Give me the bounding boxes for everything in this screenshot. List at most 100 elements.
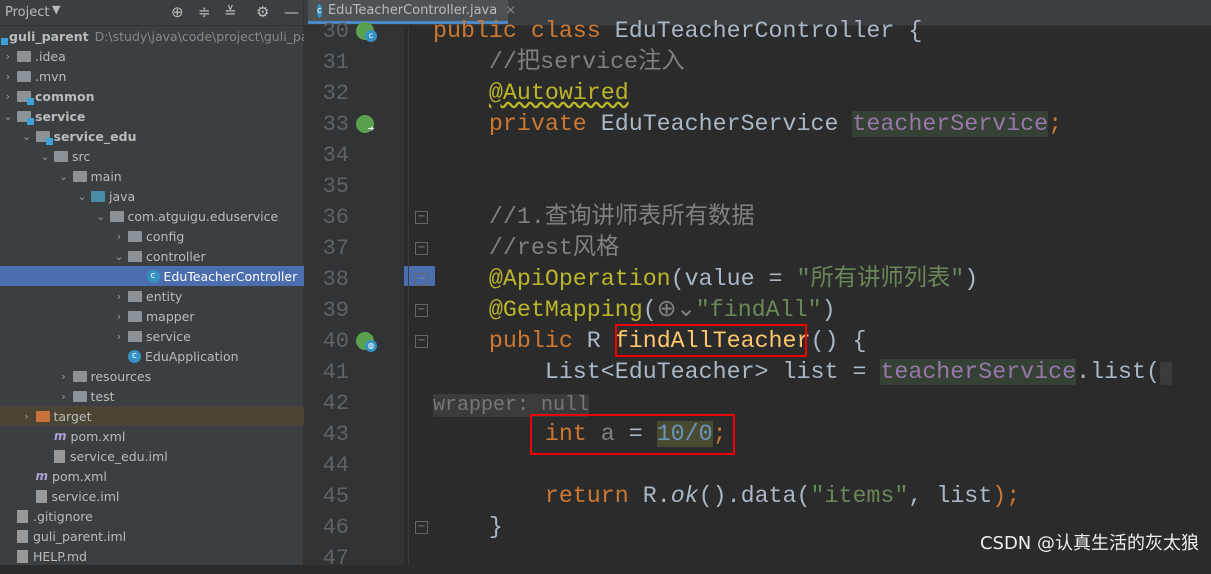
- chevron-down-icon[interactable]: ⌄: [39, 150, 51, 163]
- chevron-down-icon[interactable]: ⌄: [21, 130, 33, 143]
- folder-icon: [72, 170, 87, 182]
- code-token: public class: [433, 18, 615, 44]
- code-token: ): [964, 266, 979, 292]
- tree-item-label: controller: [146, 248, 206, 264]
- line-number: 42: [322, 391, 349, 416]
- tree-item-label: .mvn: [35, 68, 67, 84]
- module-folder-icon: [17, 90, 34, 105]
- chevron-down-icon[interactable]: ⌄: [58, 170, 70, 183]
- fold-marker-icon[interactable]: −: [415, 211, 428, 224]
- fold-marker-icon[interactable]: −: [415, 273, 428, 286]
- tree-item-label: service: [146, 328, 191, 344]
- code-line: List<EduTeacher> list = teacherService.l…: [433, 357, 1207, 421]
- chevron-down-icon[interactable]: ⌄: [2, 110, 14, 123]
- chevron-down-icon[interactable]: ⌄: [76, 190, 88, 203]
- code-token: private: [433, 111, 601, 137]
- chevron-right-icon[interactable]: ›: [113, 310, 125, 323]
- code-token: EduTeacherService: [600, 111, 853, 137]
- tree-item-label: common: [35, 88, 95, 104]
- line-number: 46: [322, 515, 349, 540]
- folder-icon: [91, 190, 105, 202]
- line-number: 41: [322, 360, 349, 385]
- tree-item[interactable]: ⌄ src: [0, 146, 342, 166]
- spring-class-icon[interactable]: c: [356, 22, 377, 42]
- spring-web-icon[interactable]: ◍: [356, 332, 377, 352]
- tree-item[interactable]: › common: [0, 86, 305, 106]
- expand-all-icon[interactable]: ≑: [198, 3, 211, 21]
- code-line: public R findAllTeacher() {: [433, 326, 1207, 357]
- file-icon: [54, 449, 65, 463]
- chevron-right-icon[interactable]: ›: [113, 230, 125, 243]
- code-token: @Autowired: [488, 80, 629, 106]
- tree-item-label: config: [146, 228, 185, 244]
- tree-item[interactable]: HELP.md: [0, 546, 305, 566]
- module-folder-icon: [35, 130, 53, 145]
- line-number: 30: [322, 19, 349, 44]
- gear-icon[interactable]: ⚙: [256, 3, 269, 21]
- spring-inject-icon[interactable]: ➜: [356, 115, 374, 133]
- tree-item[interactable]: .gitignore: [0, 506, 305, 526]
- tree-item[interactable]: m pom.xml: [0, 466, 324, 486]
- dropdown-icon[interactable]: ▼: [52, 3, 60, 16]
- project-view-selector[interactable]: Project: [0, 5, 49, 20]
- line-number: 47: [322, 546, 349, 571]
- chevron-down-icon[interactable]: ⌄: [95, 210, 107, 223]
- tree-item[interactable]: guli_parent D:\study\java\code\project\gu…: [0, 26, 334, 46]
- code-token: teacherService: [852, 111, 1049, 137]
- tree-item-label: service.iml: [51, 488, 120, 504]
- code-token: "findAll": [695, 297, 822, 323]
- tree-item-label: resources: [90, 368, 152, 384]
- tree-item[interactable]: › target: [0, 406, 324, 426]
- class-icon: c: [128, 349, 141, 363]
- tree-item[interactable]: › .mvn: [0, 66, 305, 86]
- tree-item-label: target: [53, 408, 92, 424]
- minimize-icon[interactable]: —: [284, 3, 299, 21]
- chevron-right-icon[interactable]: ›: [58, 390, 70, 403]
- package-icon: [128, 250, 142, 262]
- fold-marker-icon[interactable]: −: [415, 304, 428, 317]
- chevron-down-icon[interactable]: ⌄: [113, 250, 125, 263]
- chevron-right-icon[interactable]: ›: [113, 290, 125, 303]
- fold-marker-icon[interactable]: −: [415, 521, 428, 534]
- chevron-right-icon[interactable]: ›: [2, 50, 14, 63]
- code-token: R.: [642, 483, 671, 509]
- line-number: 35: [322, 174, 349, 199]
- chevron-right-icon[interactable]: ›: [2, 90, 14, 103]
- chevron-right-icon[interactable]: ›: [2, 70, 14, 83]
- tree-item-label: service_edu.iml: [70, 448, 168, 464]
- code-line: //把service注入: [433, 47, 1207, 78]
- tree-item[interactable]: ⌄ service_edu: [0, 126, 324, 146]
- code-token: ;: [1048, 111, 1063, 137]
- chevron-right-icon[interactable]: ›: [113, 330, 125, 343]
- folder-icon: [17, 70, 31, 82]
- fold-marker-icon[interactable]: −: [415, 242, 428, 255]
- line-number: 37: [322, 236, 349, 261]
- package-icon: [128, 230, 142, 242]
- line-number: 45: [322, 484, 349, 509]
- tree-item[interactable]: service.iml: [0, 486, 324, 506]
- file-icon: [35, 489, 47, 503]
- file-icon: [17, 529, 28, 543]
- tree-item-label: pom.xml: [52, 468, 107, 484]
- chevron-right-icon[interactable]: ›: [21, 410, 33, 423]
- code-token: ().data(: [698, 483, 811, 509]
- folder-icon: [35, 410, 50, 422]
- folder-icon: [72, 390, 87, 402]
- fold-marker-icon[interactable]: −: [415, 335, 428, 348]
- highlight-box-method-name: [615, 324, 807, 357]
- collapse-all-icon[interactable]: ≚: [224, 3, 237, 21]
- tree-item[interactable]: guli_parent.iml: [0, 526, 305, 546]
- locate-icon[interactable]: ⊕: [171, 3, 184, 21]
- tree-item[interactable]: service_edu.iml: [0, 446, 342, 466]
- tree-item[interactable]: m pom.xml: [0, 426, 342, 446]
- code-token: R: [586, 328, 615, 354]
- tree-item[interactable]: ⌄ service: [0, 106, 305, 126]
- line-number: 36: [322, 205, 349, 230]
- chevron-right-icon[interactable]: ›: [58, 370, 70, 383]
- tree-item-label: mapper: [146, 308, 195, 324]
- code-line: @GetMapping(⊕⌄"findAll"): [433, 295, 1207, 326]
- line-number: 44: [322, 453, 349, 478]
- tree-item-label: EduApplication: [145, 348, 239, 364]
- tree-item[interactable]: › .idea: [0, 46, 305, 66]
